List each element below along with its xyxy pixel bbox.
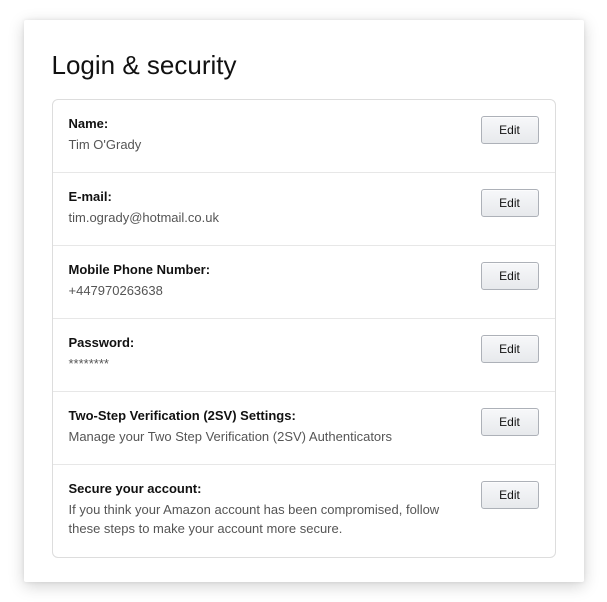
row-name-text: Name: Tim O'Grady — [69, 114, 481, 154]
phone-label: Mobile Phone Number: — [69, 260, 469, 280]
row-email-text: E-mail: tim.ogrady@hotmail.co.uk — [69, 187, 481, 227]
edit-phone-button[interactable]: Edit — [481, 262, 539, 290]
email-label: E-mail: — [69, 187, 469, 207]
phone-value: +447970263638 — [69, 281, 469, 301]
row-phone: Mobile Phone Number: +447970263638 Edit — [53, 246, 555, 319]
row-email: E-mail: tim.ogrady@hotmail.co.uk Edit — [53, 173, 555, 246]
edit-secure-button[interactable]: Edit — [481, 481, 539, 509]
row-name: Name: Tim O'Grady Edit — [53, 100, 555, 173]
edit-2sv-button[interactable]: Edit — [481, 408, 539, 436]
email-value: tim.ogrady@hotmail.co.uk — [69, 208, 469, 228]
row-password: Password: ******** Edit — [53, 319, 555, 392]
secure-label: Secure your account: — [69, 479, 469, 499]
row-secure-account: Secure your account: If you think your A… — [53, 465, 555, 557]
row-secure-text: Secure your account: If you think your A… — [69, 479, 481, 539]
row-2sv: Two-Step Verification (2SV) Settings: Ma… — [53, 392, 555, 465]
row-phone-text: Mobile Phone Number: +447970263638 — [69, 260, 481, 300]
edit-email-button[interactable]: Edit — [481, 189, 539, 217]
login-security-card: Login & security Name: Tim O'Grady Edit … — [24, 20, 584, 582]
edit-password-button[interactable]: Edit — [481, 335, 539, 363]
name-label: Name: — [69, 114, 469, 134]
two-step-value: Manage your Two Step Verification (2SV) … — [69, 427, 469, 447]
name-value: Tim O'Grady — [69, 135, 469, 155]
password-value: ******** — [69, 354, 469, 374]
row-password-text: Password: ******** — [69, 333, 481, 373]
edit-name-button[interactable]: Edit — [481, 116, 539, 144]
settings-list: Name: Tim O'Grady Edit E-mail: tim.ograd… — [52, 99, 556, 558]
page-title: Login & security — [52, 50, 556, 81]
row-2sv-text: Two-Step Verification (2SV) Settings: Ma… — [69, 406, 481, 446]
secure-value: If you think your Amazon account has bee… — [69, 500, 469, 539]
two-step-label: Two-Step Verification (2SV) Settings: — [69, 406, 469, 426]
password-label: Password: — [69, 333, 469, 353]
